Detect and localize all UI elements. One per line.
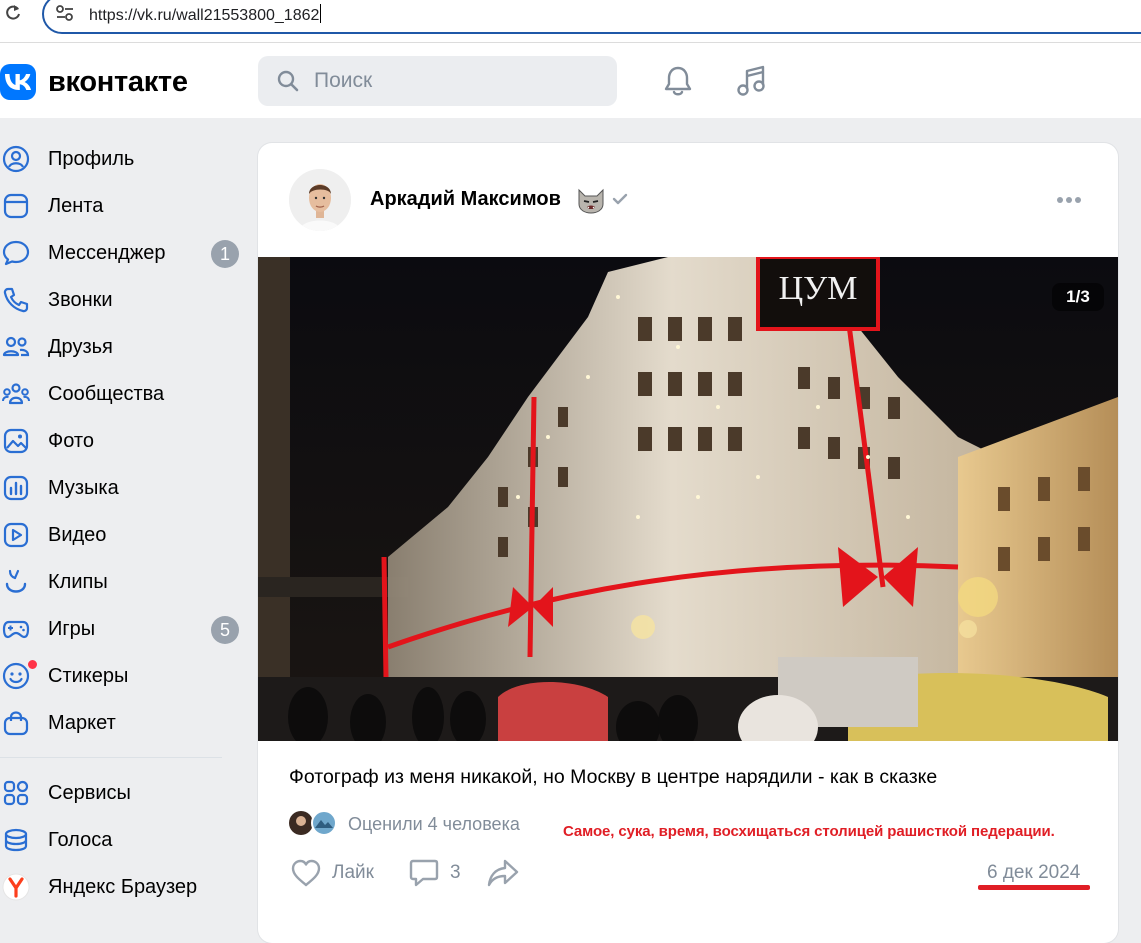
sidebar-item-video[interactable]: Видео bbox=[0, 511, 250, 558]
sidebar-item-label: Друзья bbox=[48, 336, 113, 358]
games-icon bbox=[2, 620, 30, 639]
like-label: Лайк bbox=[332, 862, 374, 883]
vk-logo[interactable]: вконтакте bbox=[0, 63, 188, 101]
clips-icon bbox=[5, 569, 27, 593]
verified-icon bbox=[612, 193, 628, 205]
tsum-sign-text: ЦУМ bbox=[779, 270, 858, 307]
vk-header: вконтакте bbox=[0, 43, 1141, 118]
notification-dot bbox=[26, 658, 39, 671]
annotation-text: Самое, сука, время, восхищаться столицей… bbox=[563, 823, 1055, 840]
search-input[interactable] bbox=[312, 68, 596, 94]
sidebar-item-votes[interactable]: Голоса bbox=[0, 816, 250, 863]
tsum-building-photo: ЦУМ bbox=[258, 257, 1118, 741]
profile-icon bbox=[2, 145, 30, 173]
sidebar-item-profile[interactable]: Профиль bbox=[0, 135, 250, 182]
like-button[interactable]: Лайк bbox=[290, 855, 374, 891]
liked-by-text[interactable]: Оценили 4 человека bbox=[348, 814, 520, 835]
post-date[interactable]: 6 дек 2024 bbox=[987, 862, 1080, 884]
sidebar-item-yandex-browser[interactable]: Яндекс Браузер bbox=[0, 863, 250, 910]
logo-text: вконтакте bbox=[48, 65, 188, 98]
post-text: Фотограф из меня никакой, но Москву в це… bbox=[289, 766, 938, 788]
sidebar-item-label: Мессенджер bbox=[48, 242, 166, 264]
reload-icon[interactable] bbox=[4, 4, 22, 22]
photo-icon bbox=[3, 428, 29, 454]
browser-address-bar: https://vk.ru/wall21553800_1862 bbox=[0, 0, 1141, 43]
more-options-icon[interactable] bbox=[1056, 196, 1082, 204]
sidebar-item-label: Игры bbox=[48, 618, 96, 640]
date-underline-annotation bbox=[978, 885, 1090, 890]
sidebar-item-label: Голоса bbox=[48, 829, 113, 851]
comment-button[interactable]: 3 bbox=[408, 855, 461, 891]
sidebar-item-label: Профиль bbox=[48, 148, 135, 170]
sidebar-item-label: Звонки bbox=[48, 289, 113, 311]
sidebar-item-games[interactable]: Игры 5 bbox=[0, 605, 250, 652]
phone-icon bbox=[3, 287, 29, 313]
author-name[interactable]: Аркадий Максимов bbox=[370, 188, 561, 211]
comments-count: 3 bbox=[450, 862, 461, 883]
photo-counter: 1/3 bbox=[1052, 283, 1104, 311]
sidebar-divider bbox=[0, 757, 222, 758]
messenger-badge: 1 bbox=[211, 240, 239, 268]
sidebar-item-communities[interactable]: Сообщества bbox=[0, 370, 250, 417]
cat-emoji-icon bbox=[578, 188, 604, 214]
post-photo[interactable]: ЦУМ 1/3 bbox=[258, 257, 1118, 741]
messenger-icon bbox=[2, 240, 30, 266]
text-caret bbox=[320, 4, 322, 23]
sidebar-item-market[interactable]: Маркет bbox=[0, 699, 250, 746]
comment-icon bbox=[409, 859, 439, 887]
votes-icon bbox=[4, 828, 28, 852]
search-box[interactable] bbox=[258, 56, 617, 106]
search-icon bbox=[277, 70, 299, 92]
sidebar-item-label: Сервисы bbox=[48, 782, 131, 804]
liker-avatars[interactable] bbox=[288, 810, 338, 836]
author-avatar[interactable] bbox=[289, 169, 351, 231]
sidebar-item-friends[interactable]: Друзья bbox=[0, 323, 250, 370]
sidebar-item-label: Музыка bbox=[48, 477, 119, 499]
share-icon bbox=[487, 859, 519, 887]
sidebar-item-photos[interactable]: Фото bbox=[0, 417, 250, 464]
bell-icon[interactable] bbox=[660, 63, 696, 99]
site-settings-icon[interactable] bbox=[56, 5, 74, 21]
sidebar-item-label: Фото bbox=[48, 430, 94, 452]
sidebar-item-feed[interactable]: Лента bbox=[0, 182, 250, 229]
sidebar-item-label: Сообщества bbox=[48, 383, 165, 405]
sidebar: Профиль Лента Мессенджер 1 Звонки Друзья bbox=[0, 135, 250, 910]
sidebar-item-label: Яндекс Браузер bbox=[48, 876, 198, 898]
heart-icon bbox=[291, 859, 321, 887]
url-value: https://vk.ru/wall21553800_1862 bbox=[89, 7, 320, 24]
music-icon bbox=[3, 475, 29, 501]
sidebar-item-label: Маркет bbox=[48, 712, 116, 734]
share-button[interactable] bbox=[486, 855, 520, 891]
sidebar-item-music[interactable]: Музыка bbox=[0, 464, 250, 511]
feed-icon bbox=[3, 193, 29, 219]
sidebar-item-calls[interactable]: Звонки bbox=[0, 276, 250, 323]
sidebar-item-label: Стикеры bbox=[48, 665, 129, 687]
sidebar-item-label: Клипы bbox=[48, 571, 108, 593]
video-icon bbox=[3, 522, 29, 548]
sidebar-item-messenger[interactable]: Мессенджер 1 bbox=[0, 229, 250, 276]
market-icon bbox=[3, 711, 29, 736]
services-icon bbox=[3, 780, 29, 806]
games-badge: 5 bbox=[211, 616, 239, 644]
url-text[interactable]: https://vk.ru/wall21553800_1862 bbox=[89, 4, 322, 25]
friends-icon bbox=[2, 336, 30, 357]
music-note-icon[interactable] bbox=[733, 63, 769, 99]
vk-logo-icon bbox=[0, 64, 36, 100]
sidebar-item-services[interactable]: Сервисы bbox=[0, 769, 250, 816]
sidebar-item-label: Видео bbox=[48, 524, 107, 546]
communities-icon bbox=[2, 383, 30, 405]
yandex-browser-icon bbox=[2, 873, 30, 901]
sidebar-item-clips[interactable]: Клипы bbox=[0, 558, 250, 605]
sidebar-item-label: Лента bbox=[48, 195, 104, 217]
sidebar-item-stickers[interactable]: Стикеры bbox=[0, 652, 250, 699]
